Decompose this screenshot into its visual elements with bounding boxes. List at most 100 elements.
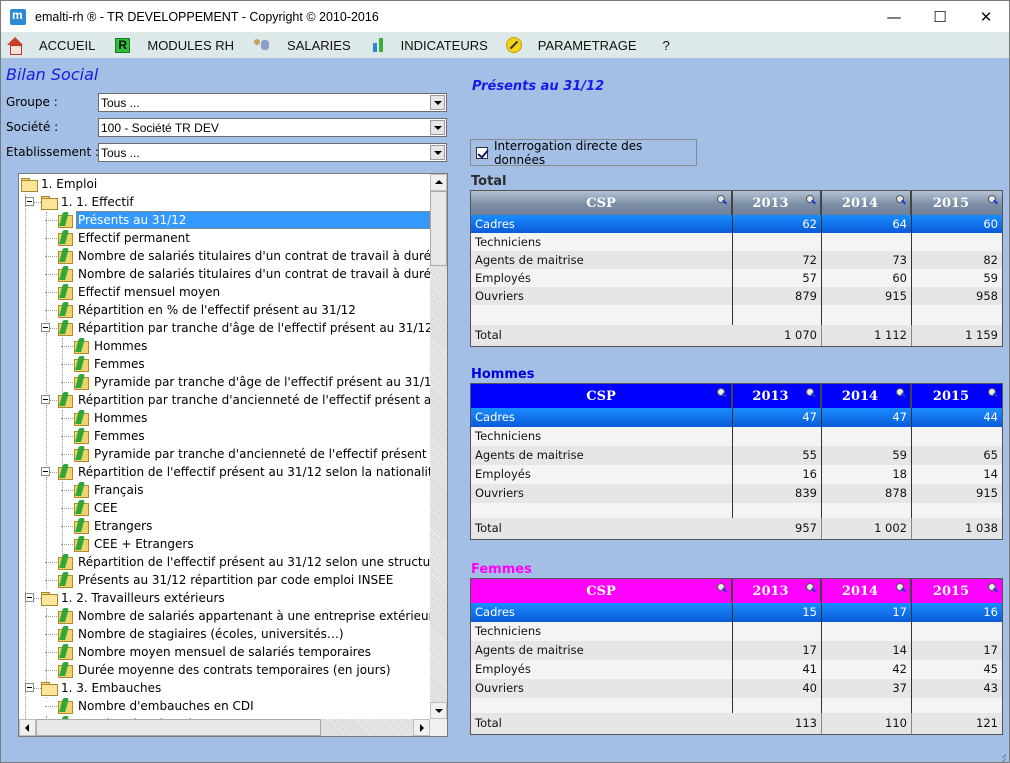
table-row[interactable]: Agents de maitrise 72 73 82 xyxy=(471,251,1002,269)
collapse-toggle-icon[interactable] xyxy=(25,593,34,602)
collapse-toggle-icon[interactable] xyxy=(25,683,34,692)
chevron-down-icon[interactable] xyxy=(430,120,445,135)
scroll-thumb[interactable] xyxy=(430,191,447,266)
tree-item[interactable]: Présents au 31/12 répartition par code e… xyxy=(19,571,430,589)
tree-item[interactable]: Etrangers xyxy=(19,517,430,535)
magnifier-icon[interactable] xyxy=(806,388,816,398)
tree-item[interactable]: Répartition par tranche d'âge de l'effec… xyxy=(19,319,430,337)
table-row[interactable]: Employés 16 18 14 xyxy=(471,465,1002,484)
table-row[interactable]: Agents de maitrise 55 59 65 xyxy=(471,446,1002,465)
tree-item[interactable]: Répartition de l'effectif présent au 31/… xyxy=(19,553,430,571)
tree-item[interactable]: Répartition de l'effectif présent au 31/… xyxy=(19,463,430,481)
tree-item[interactable]: Français xyxy=(19,481,430,499)
magnifier-icon[interactable] xyxy=(806,583,816,593)
maximize-button[interactable]: ☐ xyxy=(917,1,963,32)
tree-item[interactable]: Effectif permanent xyxy=(19,229,430,247)
tree-item[interactable]: Répartition en % de l'effectif présent a… xyxy=(19,301,430,319)
chevron-down-icon[interactable] xyxy=(430,145,445,160)
horizontal-scrollbar[interactable] xyxy=(19,719,430,736)
magnifier-icon[interactable] xyxy=(988,583,998,593)
collapse-toggle-icon[interactable] xyxy=(41,395,50,404)
menu-modules-rh[interactable]: MODULES RH xyxy=(115,32,234,58)
tree-item[interactable]: Femmes xyxy=(19,355,430,373)
menu-accueil[interactable]: ACCUEIL xyxy=(3,32,95,58)
collapse-toggle-icon[interactable] xyxy=(41,467,50,476)
magnifier-icon[interactable] xyxy=(988,388,998,398)
table-row[interactable]: Techniciens xyxy=(471,427,1002,446)
tree-item[interactable]: Femmes xyxy=(19,427,430,445)
direct-query-label[interactable]: Interrogation directe des données xyxy=(494,139,696,167)
tree-item[interactable]: Hommes xyxy=(19,337,430,355)
tree-item[interactable]: Répartition par tranche d'ancienneté de … xyxy=(19,391,430,409)
scroll-up-button[interactable] xyxy=(430,174,447,191)
direct-query-checkbox[interactable] xyxy=(476,146,488,159)
table-row[interactable]: Cadres 15 17 16 xyxy=(471,603,1002,622)
table-row[interactable]: Ouvriers 879 915 958 xyxy=(471,287,1002,305)
tree-item[interactable]: Hommes xyxy=(19,409,430,427)
magnifier-icon[interactable] xyxy=(717,388,727,398)
tree-item[interactable]: Pyramide par tranche d'âge de l'effectif… xyxy=(19,373,430,391)
close-button[interactable]: ✕ xyxy=(963,1,1009,32)
tree-item[interactable]: Présents au 31/12 xyxy=(19,211,430,229)
column-header[interactable]: 2015 xyxy=(912,384,1002,408)
table-row[interactable]: Employés 57 60 59 xyxy=(471,269,1002,287)
tree-item[interactable]: Nombre de salariés titulaires d'un contr… xyxy=(19,247,430,265)
magnifier-icon[interactable] xyxy=(896,388,906,398)
groupe-select[interactable]: Tous ... xyxy=(98,93,447,112)
minimize-button[interactable]: — xyxy=(871,1,917,32)
column-header[interactable]: 2014 xyxy=(822,384,912,408)
vertical-scrollbar[interactable] xyxy=(430,174,447,719)
scroll-thumb[interactable] xyxy=(36,719,321,736)
column-header[interactable]: CSP xyxy=(471,191,733,215)
column-header[interactable]: 2015 xyxy=(912,191,1002,215)
tree-item[interactable]: Nombre de salariés titulaires d'un contr… xyxy=(19,265,430,283)
table-row[interactable]: Techniciens xyxy=(471,622,1002,641)
collapse-toggle-icon[interactable] xyxy=(41,323,50,332)
magnifier-icon[interactable] xyxy=(896,583,906,593)
tree-item[interactable]: CEE + Etrangers xyxy=(19,535,430,553)
menu-indicateurs[interactable]: INDICATEURS xyxy=(370,32,488,58)
table-row[interactable]: Agents de maitrise 17 14 17 xyxy=(471,641,1002,660)
magnifier-icon[interactable] xyxy=(806,195,816,205)
menu-salaries[interactable]: SALARIES xyxy=(253,32,351,58)
menu-help[interactable]: ? xyxy=(663,32,670,58)
tree-folder[interactable]: 1. 2. Travailleurs extérieurs xyxy=(19,589,430,607)
tree-folder[interactable]: 1. Emploi xyxy=(19,175,430,193)
column-header[interactable]: 2014 xyxy=(822,579,912,603)
tree-folder[interactable]: 1. 3. Embauches xyxy=(19,679,430,697)
table-row[interactable]: Techniciens xyxy=(471,233,1002,251)
scroll-left-button[interactable] xyxy=(19,719,36,736)
tree-item[interactable]: Effectif mensuel moyen xyxy=(19,283,430,301)
tree-item[interactable]: Nombre d'embauches en CDI xyxy=(19,697,430,715)
tree-item[interactable]: CEE xyxy=(19,499,430,517)
tree-item[interactable]: Pyramide par tranche d'ancienneté de l'e… xyxy=(19,445,430,463)
menu-parametrage[interactable]: PARAMETRAGE xyxy=(505,32,637,58)
column-header[interactable]: 2013 xyxy=(733,191,822,215)
table-row[interactable]: Cadres 47 47 44 xyxy=(471,408,1002,427)
chevron-down-icon[interactable] xyxy=(430,95,445,110)
tree-folder[interactable]: 1. 1. Effectif xyxy=(19,193,430,211)
tree-item[interactable]: Nombre moyen mensuel de salariés tempora… xyxy=(19,643,430,661)
table-row[interactable]: Ouvriers 839 878 915 xyxy=(471,484,1002,503)
table-row[interactable]: Ouvriers 40 37 43 xyxy=(471,679,1002,698)
tree-item[interactable]: Nombre de stagiaires (écoles, université… xyxy=(19,625,430,643)
column-header[interactable]: CSP xyxy=(471,579,733,603)
etablissement-select[interactable]: Tous ... xyxy=(98,143,447,162)
table-row[interactable]: Cadres 62 64 60 xyxy=(471,215,1002,233)
scroll-track[interactable] xyxy=(430,191,447,719)
magnifier-icon[interactable] xyxy=(896,195,906,205)
collapse-toggle-icon[interactable] xyxy=(25,197,34,206)
resize-grip-icon[interactable] xyxy=(996,749,1006,759)
scroll-down-button[interactable] xyxy=(430,702,447,719)
tree-item[interactable]: Nombre de salariés appartenant à une ent… xyxy=(19,607,430,625)
column-header[interactable]: 2014 xyxy=(822,191,912,215)
column-header[interactable]: 2013 xyxy=(733,579,822,603)
tree-item[interactable]: Durée moyenne des contrats temporaires (… xyxy=(19,661,430,679)
column-header[interactable]: CSP xyxy=(471,384,733,408)
column-header[interactable]: 2013 xyxy=(733,384,822,408)
scroll-right-button[interactable] xyxy=(413,719,430,736)
societe-select[interactable]: 100 - Société TR DEV xyxy=(98,118,447,137)
magnifier-icon[interactable] xyxy=(717,195,727,205)
column-header[interactable]: 2015 xyxy=(912,579,1002,603)
magnifier-icon[interactable] xyxy=(717,583,727,593)
